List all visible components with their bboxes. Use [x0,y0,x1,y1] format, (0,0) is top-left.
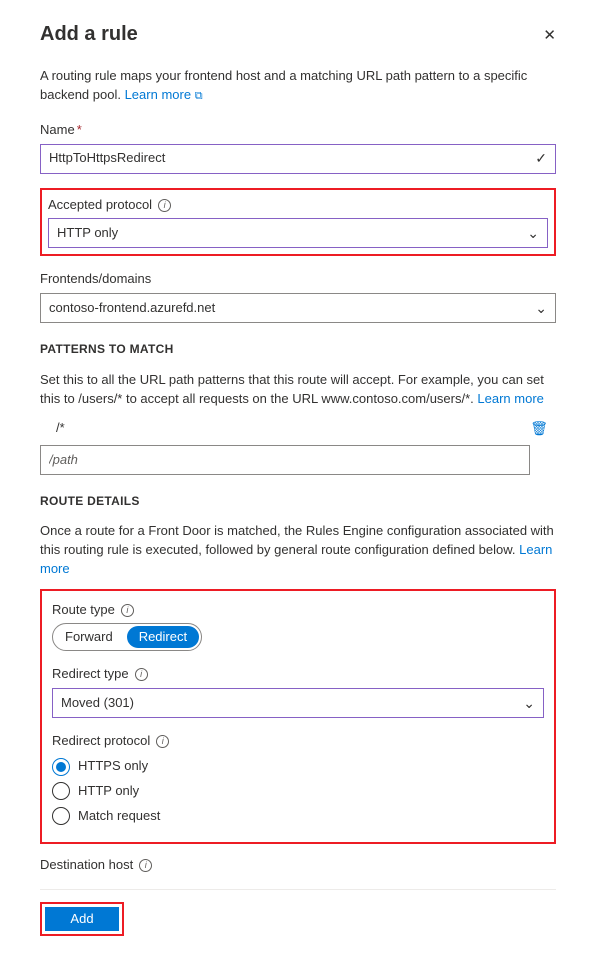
close-icon[interactable]: ✕ [543,25,556,47]
panel-description: A routing rule maps your frontend host a… [40,67,556,105]
patterns-heading: Patterns to match [40,341,556,358]
route-type-toggle[interactable]: Forward Redirect [52,623,202,651]
external-link-icon: ⧉ [195,90,203,102]
chevron-down-icon: ⌄ [527,223,539,243]
pattern-input[interactable] [40,445,530,475]
chevron-down-icon: ⌄ [535,298,547,318]
route-description: Once a route for a Front Door is matched… [40,522,556,579]
route-type-forward[interactable]: Forward [53,624,125,650]
add-button[interactable]: Add [45,907,119,931]
destination-host-label: Destination host i [40,856,556,875]
route-type-label: Route type i [52,601,544,620]
name-label: Name* [40,121,556,140]
redirect-protocol-label: Redirect protocol i [52,732,544,751]
radio-http-only[interactable]: HTTP only [52,782,544,801]
name-input[interactable]: HttpToHttpsRedirect ✓ [40,144,556,174]
radio-match-request[interactable]: Match request [52,807,544,826]
patterns-description: Set this to all the URL path patterns th… [40,371,556,409]
redirect-type-label: Redirect type i [52,665,544,684]
protocol-dropdown[interactable]: HTTP only ⌄ [48,218,548,248]
redirect-type-dropdown[interactable]: Moved (301) ⌄ [52,688,544,718]
panel-title: Add a rule [40,20,138,49]
trash-icon[interactable]: 🗑 [530,418,548,438]
frontends-label: Frontends/domains [40,270,556,289]
learn-more-link[interactable]: Learn more [477,391,543,406]
info-icon[interactable]: i [139,859,152,872]
info-icon[interactable]: i [158,199,171,212]
chevron-down-icon: ⌄ [523,693,535,713]
route-heading: Route Details [40,493,556,510]
route-type-redirect[interactable]: Redirect [127,626,199,648]
desc-text: A routing rule maps your frontend host a… [40,68,527,102]
info-icon[interactable]: i [135,668,148,681]
radio-https-only[interactable]: HTTPS only [52,757,544,776]
pattern-value: /* [40,419,530,438]
info-icon[interactable]: i [121,604,134,617]
learn-more-link[interactable]: Learn more ⧉ [125,87,203,102]
frontends-dropdown[interactable]: contoso-frontend.azurefd.net ⌄ [40,293,556,323]
check-icon: ✓ [535,148,547,168]
info-icon[interactable]: i [156,735,169,748]
protocol-label: Accepted protocol i [48,196,548,215]
